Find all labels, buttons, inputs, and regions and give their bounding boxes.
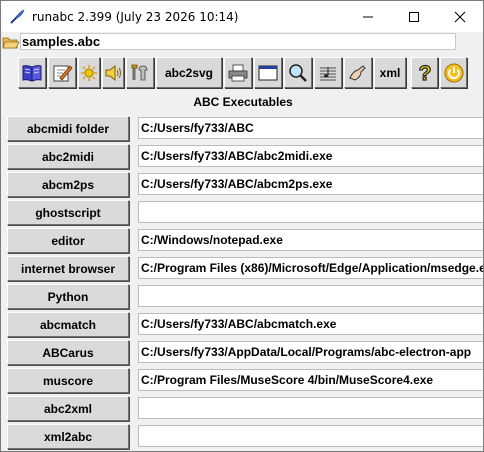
exe-row-abcm2ps: abcm2ps C:/Users/fy733/ABC/abcm2ps.exe: [1, 171, 483, 199]
power-icon: [444, 63, 463, 82]
internet-browser-button[interactable]: internet browser: [7, 256, 129, 281]
ghostscript-button[interactable]: ghostscript: [7, 200, 129, 225]
exe-row-abc2xml: abc2xml: [1, 395, 483, 423]
abcm2ps-button[interactable]: abcm2ps: [7, 172, 129, 197]
xml-label: xml: [379, 65, 401, 80]
abcarus-path[interactable]: C:/Users/fy733/AppData/Local/Programs/ab…: [138, 341, 483, 363]
python-path[interactable]: [138, 285, 483, 307]
exe-row-internet-browser: internet browser C:/Program Files (x86)/…: [1, 255, 483, 283]
exe-row-ghostscript: ghostscript: [1, 199, 483, 227]
exe-row-abc2midi: abc2midi C:/Users/fy733/ABC/abc2midi.exe: [1, 143, 483, 171]
toolbar-sound-button[interactable]: [102, 57, 124, 88]
app-window: runabc 2.399 (July 23 2026 10:14) sample…: [0, 0, 484, 452]
printer-icon: [228, 64, 248, 81]
toolbar-edit-button[interactable]: [48, 57, 76, 88]
abcmatch-button[interactable]: abcmatch: [7, 312, 129, 337]
abcm2ps-path[interactable]: C:/Users/fy733/ABC/abcm2ps.exe: [138, 173, 483, 195]
section-title: ABC Executables: [193, 95, 293, 109]
internet-browser-path[interactable]: C:/Program Files (x86)/Microsoft/Edge/Ap…: [138, 257, 483, 279]
magnifier-icon: [289, 63, 307, 82]
book-icon: [22, 64, 42, 82]
abc2xml-button[interactable]: abc2xml: [7, 396, 129, 421]
editor-path[interactable]: C:/Windows/notepad.exe: [138, 229, 483, 251]
abcmatch-path[interactable]: C:/Users/fy733/ABC/abcmatch.exe: [138, 313, 483, 335]
exe-row-python: Python: [1, 283, 483, 311]
muscore-button[interactable]: muscore: [7, 368, 129, 393]
exe-row-abcarus: ABCarus C:/Users/fy733/AppData/Local/Pro…: [1, 339, 483, 367]
exe-row-abcmatch: abcmatch C:/Users/fy733/ABC/abcmatch.exe: [1, 311, 483, 339]
sun-icon: [81, 64, 97, 81]
muscore-path[interactable]: C:/Program Files/MuseScore 4/bin/MuseSco…: [138, 369, 483, 391]
svg-text:?: ?: [418, 62, 431, 84]
abcmidi-folder-button[interactable]: abcmidi folder: [7, 116, 129, 141]
toolbar-search-button[interactable]: [284, 57, 312, 88]
xml2abc-button[interactable]: xml2abc: [7, 424, 129, 449]
maximize-icon: [409, 11, 419, 22]
maximize-button[interactable]: [391, 1, 437, 32]
speaker-icon: [105, 64, 121, 81]
toolbar-help-button[interactable]: ?: [411, 57, 438, 88]
file-name-field[interactable]: samples.abc: [20, 33, 456, 50]
ghostscript-path[interactable]: [138, 201, 483, 223]
close-button[interactable]: [437, 1, 483, 32]
toolbar-abc2svg-button[interactable]: abc2svg: [156, 57, 222, 88]
abcarus-button[interactable]: ABCarus: [7, 340, 129, 365]
toolbar: abc2svg xml ?: [1, 54, 483, 90]
abc2xml-path[interactable]: [138, 397, 483, 419]
toolbar-customize-button[interactable]: [344, 57, 372, 88]
exe-row-xml2abc: xml2abc: [1, 423, 483, 451]
window-title: runabc 2.399 (July 23 2026 10:14): [32, 10, 239, 24]
toolbar-notation-button[interactable]: [314, 57, 342, 88]
abcmidi-folder-path[interactable]: C:/Users/fy733/ABC: [138, 117, 483, 139]
app-feather-icon: [10, 9, 25, 24]
wrench-hand-icon: [349, 64, 366, 81]
abc2midi-path[interactable]: C:/Users/fy733/ABC/abc2midi.exe: [138, 145, 483, 167]
python-button[interactable]: Python: [7, 284, 129, 309]
abc2midi-button[interactable]: abc2midi: [7, 144, 129, 169]
exe-row-editor: editor C:/Windows/notepad.exe: [1, 227, 483, 255]
title-bar[interactable]: runabc 2.399 (July 23 2026 10:14): [1, 1, 483, 32]
xml2abc-path[interactable]: [138, 425, 483, 447]
toolbar-window-button[interactable]: [254, 57, 282, 88]
close-icon: [454, 11, 466, 22]
toolbar-tools-button[interactable]: [126, 57, 154, 88]
minimize-icon: [363, 16, 373, 17]
help-question-icon: ?: [417, 62, 431, 84]
open-folder-icon[interactable]: [2, 35, 20, 50]
window-icon: [258, 65, 278, 80]
toolbar-exit-button[interactable]: [440, 57, 467, 88]
toolbar-print-button[interactable]: [224, 57, 252, 88]
file-row: samples.abc: [1, 32, 483, 53]
toolbar-settings-button[interactable]: [78, 57, 100, 88]
editor-button[interactable]: editor: [7, 228, 129, 253]
staff-notes-icon: [320, 66, 336, 80]
abc2svg-label: abc2svg: [164, 65, 214, 80]
minimize-button[interactable]: [345, 1, 391, 32]
tools-icon: [131, 64, 148, 80]
exe-row-abcmidi-folder: abcmidi folder C:/Users/fy733/ABC: [1, 115, 483, 143]
edit-pencil-icon: [53, 64, 73, 81]
toolbar-book-button[interactable]: [18, 57, 46, 88]
exe-row-muscore: muscore C:/Program Files/MuseScore 4/bin…: [1, 367, 483, 395]
toolbar-xml-button[interactable]: xml: [374, 57, 406, 88]
